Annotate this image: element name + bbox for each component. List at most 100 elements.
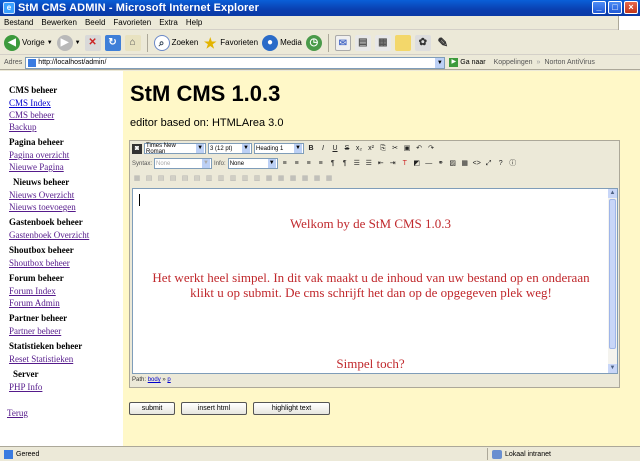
scroll-down-icon[interactable]: ▼ <box>608 364 617 373</box>
scroll-up-icon[interactable]: ▲ <box>608 189 617 198</box>
address-dropdown-icon[interactable]: ▼ <box>435 57 445 68</box>
justify-icon[interactable]: ≡ <box>316 159 326 169</box>
sidebar-link-nieuws-toevoegen[interactable]: Nieuws toevoegen <box>9 201 123 213</box>
menu-bestand[interactable]: Bestand <box>0 18 37 27</box>
maximize-button[interactable]: □ <box>608 1 622 14</box>
menu-extra[interactable]: Extra <box>155 18 182 27</box>
align-left-icon[interactable]: ≡ <box>280 159 290 169</box>
image-icon[interactable]: ▨ <box>448 159 458 169</box>
sidebar-link-shoutbox-beheer[interactable]: Shoutbox beheer <box>9 257 123 269</box>
bg-color-icon[interactable]: ◩ <box>412 159 422 169</box>
syntax-select[interactable]: None ▼ <box>154 158 213 169</box>
sidebar-link-backup[interactable]: Backup <box>9 121 123 133</box>
sidebar-link-nieuwe-pagina[interactable]: Nieuwe Pagina <box>9 161 123 173</box>
editor-scrollbar[interactable]: ▲ ▼ <box>608 189 617 373</box>
print-icon[interactable]: ▤ <box>354 34 371 51</box>
unordered-list-icon[interactable]: ☰ <box>364 159 374 169</box>
home-icon[interactable]: ⌂ <box>124 34 141 51</box>
link-icon[interactable]: ⚭ <box>436 159 446 169</box>
media-button[interactable]: ● Media <box>262 33 302 53</box>
paste-icon[interactable]: ▣ <box>402 144 412 154</box>
close-button[interactable]: × <box>624 1 638 14</box>
history-icon[interactable]: ◷ <box>305 34 322 51</box>
text-color-icon[interactable]: T <box>400 159 410 169</box>
help-icon[interactable]: ? <box>496 159 506 169</box>
scroll-thumb[interactable] <box>609 199 616 349</box>
underline-icon[interactable]: U <box>330 144 340 154</box>
sidebar-link-cms-index[interactable]: CMS Index <box>9 97 123 109</box>
table-properties-icon[interactable]: ▦ <box>132 174 142 184</box>
path-p-link[interactable]: p <box>167 377 170 383</box>
table-icon[interactable]: ▦ <box>460 159 470 169</box>
outdent-icon[interactable]: ⇤ <box>376 159 386 169</box>
align-right-icon[interactable]: ≡ <box>304 159 314 169</box>
links-chevron-icon[interactable]: » <box>537 59 541 66</box>
insert-cell-before-icon[interactable]: ▦ <box>276 174 286 184</box>
split-cell-icon[interactable]: ▦ <box>324 174 334 184</box>
go-button[interactable]: ▶ Ga naar <box>449 58 486 67</box>
submit-button[interactable]: submit <box>129 402 175 415</box>
forward-button[interactable]: ▶ ▼ <box>56 33 81 53</box>
sidebar-link-forum-admin[interactable]: Forum Admin <box>9 297 123 309</box>
italic-icon[interactable]: I <box>318 144 328 154</box>
address-input[interactable]: http://localhost/admin/ ▼ <box>25 56 446 69</box>
delete-row-icon[interactable]: ▤ <box>180 174 190 184</box>
sidebar-link-partner-beheer[interactable]: Partner beheer <box>9 325 123 337</box>
merge-cells-icon[interactable]: ▦ <box>312 174 322 184</box>
favorites-button[interactable]: ★ Favorieten <box>202 33 258 53</box>
ordered-list-icon[interactable]: ☰ <box>352 159 362 169</box>
sidebar-link-gastenboek-overzicht[interactable]: Gastenboek Overzicht <box>9 229 123 241</box>
menu-help[interactable]: Help <box>182 18 206 27</box>
split-column-icon[interactable]: ▥ <box>252 174 262 184</box>
format-select[interactable]: Heading 1 ▼ <box>254 143 304 154</box>
insert-row-after-icon[interactable]: ▤ <box>168 174 178 184</box>
menu-favorieten[interactable]: Favorieten <box>109 18 155 27</box>
insert-column-before-icon[interactable]: ▥ <box>216 174 226 184</box>
minimize-button[interactable]: _ <box>592 1 606 14</box>
refresh-icon[interactable]: ↻ <box>104 34 121 51</box>
split-row-icon[interactable]: ▤ <box>192 174 202 184</box>
insert-cell-after-icon[interactable]: ▦ <box>288 174 298 184</box>
sidebar-link-reset-statistieken[interactable]: Reset Statistieken <box>9 353 123 365</box>
folder-icon[interactable] <box>394 34 411 51</box>
editor-content-area[interactable]: Welkom by de StM CMS 1.0.3 Het werkt hee… <box>132 188 618 374</box>
bold-icon[interactable]: B <box>306 144 316 154</box>
html-source-icon[interactable]: <> <box>472 159 482 169</box>
insert-column-after-icon[interactable]: ▥ <box>228 174 238 184</box>
fullscreen-icon[interactable]: ⤢ <box>484 159 494 169</box>
insert-html-button[interactable]: insert html <box>181 402 247 415</box>
redo-icon[interactable]: ↷ <box>426 144 436 154</box>
sidebar-link-php-info[interactable]: PHP Info <box>9 381 123 393</box>
sidebar-link-terug[interactable]: Terug <box>7 407 123 419</box>
column-properties-icon[interactable]: ▥ <box>204 174 214 184</box>
insert-row-before-icon[interactable]: ▤ <box>156 174 166 184</box>
back-button[interactable]: ◀ Vorige ▼ <box>4 33 53 53</box>
about-icon[interactable]: ⓘ <box>508 159 518 169</box>
links-button[interactable]: Koppelingen <box>494 59 533 66</box>
sidebar-link-forum-index[interactable]: Forum Index <box>9 285 123 297</box>
cell-properties-icon[interactable]: ▦ <box>264 174 274 184</box>
superscript-icon[interactable]: x² <box>366 144 376 154</box>
copy-icon[interactable]: ⎘ <box>378 144 388 154</box>
path-body-link[interactable]: body <box>148 377 161 383</box>
norton-button[interactable]: Norton AntiVirus <box>544 59 594 66</box>
stop-icon[interactable]: ✕ <box>84 34 101 51</box>
menu-beeld[interactable]: Beeld <box>81 18 109 27</box>
menu-bewerken[interactable]: Bewerken <box>37 18 81 27</box>
highlight-text-button[interactable]: highlight text <box>253 402 330 415</box>
ltr-icon[interactable]: ¶ <box>328 159 338 169</box>
strikethrough-icon[interactable]: S <box>342 144 352 154</box>
horizontal-rule-icon[interactable]: — <box>424 159 434 169</box>
sidebar-link-nieuws-overzicht[interactable]: Nieuws Overzicht <box>9 189 123 201</box>
mail-icon[interactable]: ✉ <box>334 34 351 51</box>
sidebar-link-pagina-overzicht[interactable]: Pagina overzicht <box>9 149 123 161</box>
indent-icon[interactable]: ⇥ <box>388 159 398 169</box>
subscript-icon[interactable]: x₂ <box>354 144 364 154</box>
search-button[interactable]: ⌕ Zoeken <box>153 33 198 53</box>
undo-icon[interactable]: ↶ <box>414 144 424 154</box>
row-properties-icon[interactable]: ▤ <box>144 174 154 184</box>
align-center-icon[interactable]: ≡ <box>292 159 302 169</box>
font-size-select[interactable]: 3 (12 pt) ▼ <box>208 143 252 154</box>
edit-icon[interactable]: ▦ <box>374 34 391 51</box>
rtl-icon[interactable]: ¶ <box>340 159 350 169</box>
